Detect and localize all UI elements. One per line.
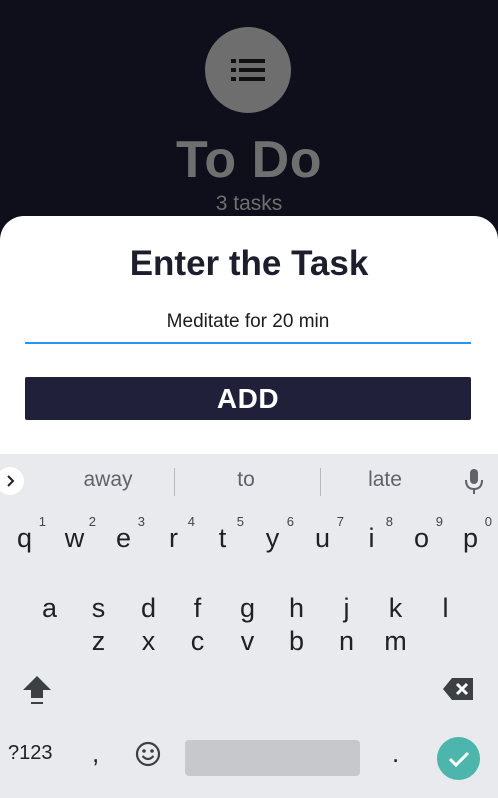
key-label: e [115, 523, 132, 553]
list-icon [231, 59, 265, 81]
key-hint: 7 [336, 514, 344, 529]
key-hint: 2 [88, 514, 96, 529]
page-title: To Do [176, 131, 322, 189]
key-r[interactable]: r4 [149, 509, 198, 567]
key-u[interactable]: u7 [298, 509, 347, 567]
key-i[interactable]: i8 [347, 509, 396, 567]
keys-area: q1 w2 e3 r4 t5 y6 u7 i8 o9 p0 a s d f g … [0, 509, 498, 798]
key-hint: 0 [484, 514, 492, 529]
key-b[interactable]: b [272, 612, 321, 670]
mic-button[interactable] [463, 468, 485, 496]
task-count: 3 tasks [215, 192, 283, 215]
key-label: o [413, 523, 430, 553]
key-y[interactable]: y6 [248, 509, 297, 567]
key-c[interactable]: c [173, 612, 222, 670]
backspace-icon [443, 678, 473, 700]
key-label: u [314, 523, 331, 553]
key-hint: 3 [137, 514, 145, 529]
space-key[interactable] [185, 740, 360, 776]
comma-key[interactable]: , [92, 738, 99, 769]
key-label: r [169, 523, 178, 553]
suggestion-2[interactable]: to [196, 468, 296, 492]
expand-suggestions-button[interactable] [0, 467, 24, 495]
task-input[interactable] [25, 298, 471, 344]
key-w[interactable]: w2 [50, 509, 99, 567]
key-m[interactable]: m [371, 612, 420, 670]
key-hint: 6 [286, 514, 294, 529]
key-hint: 5 [236, 514, 244, 529]
period-key[interactable]: . [392, 738, 399, 769]
add-task-sheet: Enter the Task ADD [0, 216, 498, 456]
key-hint: 1 [38, 514, 46, 529]
key-n[interactable]: n [322, 612, 371, 670]
key-p[interactable]: p0 [446, 509, 495, 567]
key-z[interactable]: z [74, 612, 123, 670]
key-l[interactable]: l [421, 579, 470, 637]
shift-key[interactable] [20, 674, 54, 706]
microphone-icon [465, 469, 483, 494]
key-label: w [64, 523, 85, 553]
suggestion-1[interactable]: away [58, 468, 158, 492]
key-label: y [265, 523, 280, 553]
suggestion-divider [174, 468, 175, 496]
key-q[interactable]: q1 [0, 509, 49, 567]
shift-icon [23, 676, 51, 704]
key-a[interactable]: a [25, 579, 74, 637]
key-hint: 8 [385, 514, 393, 529]
key-hint: 4 [187, 514, 195, 529]
key-o[interactable]: o9 [397, 509, 446, 567]
suggestion-bar: away to late [0, 454, 498, 509]
key-label: i [368, 523, 375, 553]
key-t[interactable]: t5 [198, 509, 247, 567]
enter-key[interactable] [437, 737, 480, 780]
emoji-icon [135, 741, 161, 767]
list-avatar [205, 27, 291, 113]
key-x[interactable]: x [124, 612, 173, 670]
key-label: t [218, 523, 227, 553]
key-label: q [16, 523, 33, 553]
add-button[interactable]: ADD [25, 377, 471, 420]
suggestion-divider [320, 468, 321, 496]
sheet-title: Enter the Task [129, 244, 369, 283]
suggestion-3[interactable]: late [335, 468, 435, 492]
key-v[interactable]: v [223, 612, 272, 670]
key-e[interactable]: e3 [99, 509, 148, 567]
chevron-right-icon [7, 475, 15, 487]
key-label: p [462, 523, 479, 553]
symbols-key[interactable]: ?123 [8, 742, 53, 765]
emoji-key[interactable] [134, 740, 162, 768]
backspace-key[interactable] [442, 675, 476, 703]
soft-keyboard: away to late q1 w2 e3 r4 t5 y6 u7 i8 o9 … [0, 454, 498, 798]
key-hint: 9 [435, 514, 443, 529]
checkmark-icon [448, 751, 469, 767]
